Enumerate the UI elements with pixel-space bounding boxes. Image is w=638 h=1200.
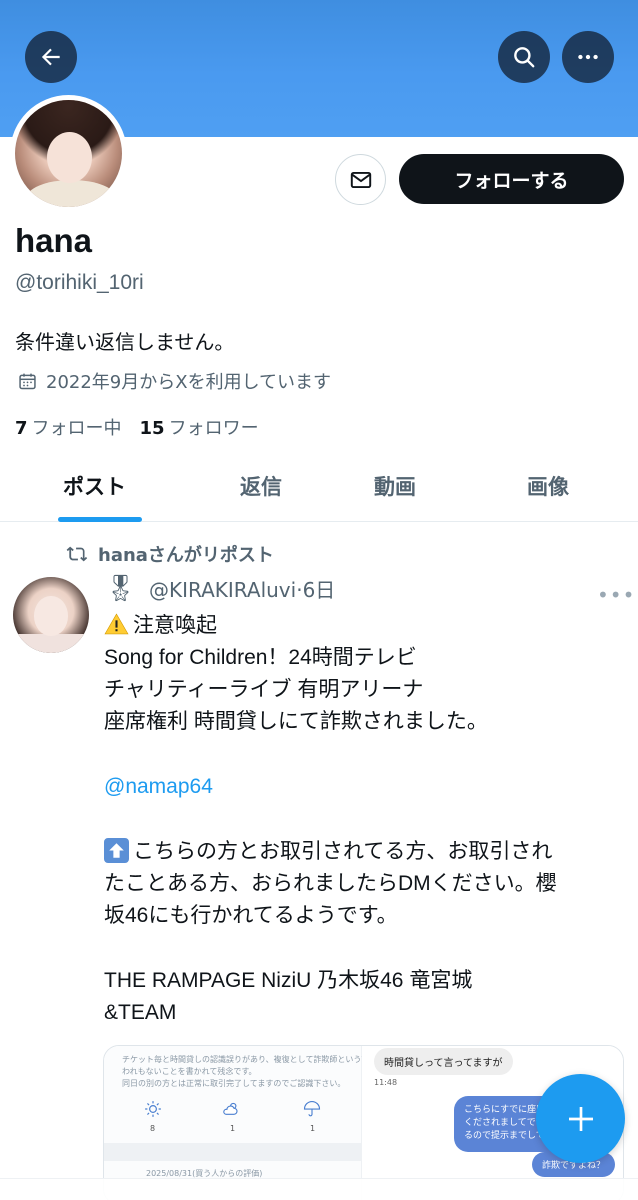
post-more-button[interactable]: ••• [597,583,635,607]
post-header: 🎖 @KIRAKIRAluvi·6日 [104,574,335,603]
profile-avatar[interactable] [10,95,127,212]
following-link[interactable]: 7 フォロー中 [15,414,122,440]
mention-link[interactable]: @namap64 [104,771,629,803]
follow-button[interactable]: フォローする [399,154,624,204]
attachment-left-screenshot: チケット毎と時間貸しの認識誤りがあり、複復として詐欺師という言 われもないことを… [104,1046,369,1200]
search-button[interactable] [498,31,550,83]
up-arrow-icon [104,838,129,863]
post-line-3: チャリティーライブ 有明アリーナ [104,678,424,701]
compose-button[interactable] [536,1074,625,1163]
tab-videos[interactable]: 動画 [374,471,416,501]
more-button[interactable] [562,31,614,83]
active-tab-indicator [58,517,142,522]
avatar-photo [15,100,122,207]
cloud-sun-icon [223,1102,238,1115]
profile-handle: @torihiki_10ri [15,271,144,294]
mail-icon [350,171,371,188]
calendar-icon [19,373,36,389]
post-text: 注意喚起 Song for Children！24時間テレビ チャリティーライブ… [104,610,629,1029]
chat-time: 11:48 [374,1078,398,1087]
post-line-9: THE RAMPAGE NiziU 乃木坂46 竜宮城 [104,969,473,992]
post-line-4: 座席権利 時間貸しにて詐欺されました。 [104,710,488,733]
chat-bubble-incoming: 時間貸しって言ってますが [374,1048,513,1075]
more-horizontal-icon [578,54,598,60]
warning-icon [104,612,129,637]
tab-posts[interactable]: ポスト [63,471,126,501]
plus-icon [568,1106,593,1131]
post-line-1: 注意喚起 [133,614,217,637]
post-line-2: Song for Children！24時間テレビ [104,646,417,669]
tab-replies[interactable]: 返信 [240,471,282,501]
search-icon [514,47,535,68]
follow-stats: 7 フォロー中 15 フォロワー [15,414,259,440]
followers-link[interactable]: 15 フォロワー [140,414,259,440]
bottom-nav-bar [0,1178,638,1200]
post-line-10: &TEAM [104,1001,177,1024]
post-line-7: たことある方、おられましたらDMください。櫻 [104,872,557,895]
post-author-handle[interactable]: @KIRAKIRAluvi [149,578,296,602]
arrow-left-icon [41,48,60,66]
sun-icon [145,1101,161,1117]
post-line-8: 坂46にも行かれてるようです。 [104,904,398,927]
medal-emoji: 🎖 [104,573,138,604]
back-button[interactable] [25,31,77,83]
post-author-avatar[interactable] [13,577,89,653]
message-button[interactable] [335,154,386,205]
repost-label: hanaさんがリポスト [98,545,274,566]
tab-images[interactable]: 画像 [527,471,569,501]
profile-name: hana [15,222,93,259]
profile-tabs: ポスト 返信 動画 画像 [0,456,638,522]
joined-text: 2022年9月からXを利用しています [46,372,332,393]
umbrella-icon [303,1101,321,1117]
repost-indicator: hanaさんがリポスト [66,541,274,567]
post-time[interactable]: 6日 [303,578,336,602]
profile-bio: 条件違い返信しません。 [15,330,235,354]
post-line-6: こちらの方とお取引されてる方、お取引され [133,840,553,863]
joined-date: 2022年9月からXを利用しています [17,368,331,394]
repost-icon [66,546,88,562]
